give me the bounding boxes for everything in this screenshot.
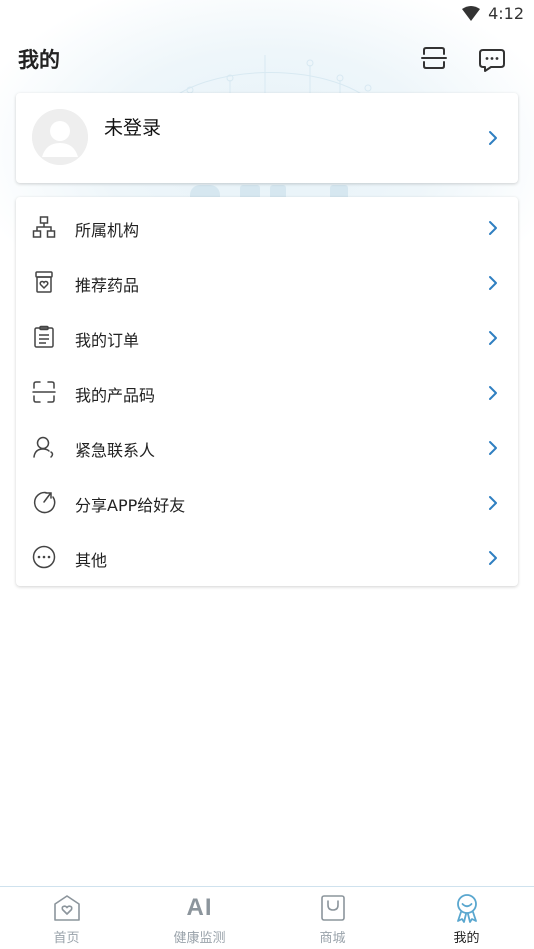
tab-health-monitor[interactable]: AI 健康监测 [133, 887, 266, 949]
tab-home[interactable]: 首页 [0, 887, 133, 949]
menu-label: 所属机构 [75, 221, 140, 240]
product-code-icon [32, 381, 56, 403]
order-clipboard-icon [34, 325, 54, 348]
shop-bag-icon [320, 895, 345, 921]
tab-label: 我的 [453, 931, 480, 946]
title-row: 我的 [0, 40, 534, 80]
wifi-icon [462, 5, 481, 21]
menu-label: 分享APP给好友 [75, 496, 186, 515]
chevron-right-icon [489, 276, 497, 290]
ai-icon: AI [186, 894, 213, 921]
menu-item-recommended-medicine[interactable]: 推荐药品 [16, 254, 518, 309]
menu-label: 我的订单 [75, 331, 140, 350]
menu-item-share-app[interactable]: 分享APP给好友 [16, 474, 518, 529]
chevron-right-icon [489, 221, 497, 235]
menu-item-emergency-contact[interactable]: 紧急联系人 [16, 419, 518, 474]
tab-label: 首页 [53, 931, 80, 946]
scan-icon [421, 47, 447, 69]
menu-item-organization[interactable]: 所属机构 [16, 199, 518, 254]
avatar [32, 109, 88, 165]
menu-card: 所属机构 推荐药品 我的订单 我的产品码 紧急联系人 分享APP给好友 其他 [16, 197, 518, 586]
chevron-right-icon [489, 551, 497, 565]
status-time: 4:12 [488, 4, 524, 23]
tab-label: 健康监测 [173, 931, 226, 946]
menu-label: 推荐药品 [75, 276, 140, 295]
menu-item-my-orders[interactable]: 我的订单 [16, 309, 518, 364]
status-bar: 4:12 [0, 0, 534, 28]
share-icon [33, 491, 56, 514]
screen: 4:12 我的 未登录 所属机构 推荐药品 我的订单 我的产品码 紧急联系人 分… [0, 0, 534, 949]
menu-label: 其他 [75, 551, 108, 570]
bottom-tab-bar: 首页 AI 健康监测 商城 我的 [0, 886, 534, 949]
chevron-right-icon [489, 331, 497, 345]
menu-item-other[interactable]: 其他 [16, 529, 518, 584]
medicine-icon [35, 271, 53, 293]
profile-card[interactable]: 未登录 [16, 93, 518, 183]
org-chart-icon [32, 216, 56, 238]
menu-item-product-code[interactable]: 我的产品码 [16, 364, 518, 419]
page-title: 我的 [18, 48, 60, 72]
tab-label: 商城 [319, 931, 346, 946]
menu-label: 紧急联系人 [75, 441, 156, 460]
message-icon [479, 49, 505, 72]
home-icon [53, 895, 80, 921]
tab-profile[interactable]: 我的 [400, 887, 533, 949]
emergency-contact-icon [33, 436, 54, 458]
profile-icon [456, 894, 477, 923]
login-status: 未登录 [104, 117, 162, 139]
message-button[interactable] [477, 46, 507, 74]
chevron-right-icon [489, 131, 497, 145]
scan-button[interactable] [420, 44, 448, 72]
chevron-right-icon [489, 441, 497, 455]
menu-label: 我的产品码 [75, 386, 156, 405]
chevron-right-icon [489, 496, 497, 510]
tab-shop[interactable]: 商城 [266, 887, 399, 949]
chevron-right-icon [489, 386, 497, 400]
more-icon [32, 545, 56, 569]
default-avatar-icon [32, 109, 88, 165]
